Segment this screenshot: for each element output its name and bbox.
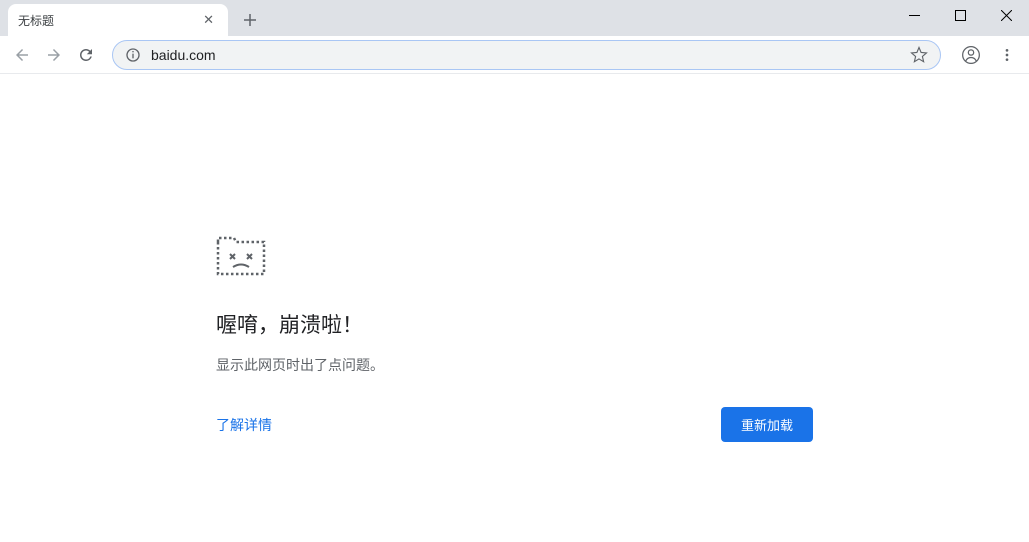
browser-tab[interactable]: 无标题 ✕ bbox=[8, 4, 228, 36]
tab-title: 无标题 bbox=[18, 12, 193, 29]
bookmark-star-icon[interactable] bbox=[910, 46, 928, 64]
minimize-button[interactable] bbox=[891, 0, 937, 30]
reload-button[interactable]: 重新加载 bbox=[721, 407, 813, 442]
close-tab-icon[interactable]: ✕ bbox=[199, 10, 218, 30]
close-window-button[interactable] bbox=[983, 0, 1029, 30]
new-tab-button[interactable] bbox=[236, 6, 264, 34]
toolbar bbox=[0, 36, 1029, 74]
menu-button[interactable] bbox=[993, 41, 1021, 69]
page-content: 喔唷，崩溃啦！ 显示此网页时出了点问题。 了解详情 重新加载 bbox=[0, 74, 1029, 442]
info-icon[interactable] bbox=[125, 47, 141, 63]
error-message: 显示此网页时出了点问题。 bbox=[216, 355, 813, 375]
address-bar[interactable] bbox=[112, 40, 941, 70]
profile-button[interactable] bbox=[957, 41, 985, 69]
url-input[interactable] bbox=[151, 47, 910, 63]
learn-more-link[interactable]: 了解详情 bbox=[216, 415, 272, 435]
reload-nav-button[interactable] bbox=[72, 41, 100, 69]
sad-folder-icon bbox=[216, 234, 813, 281]
forward-button[interactable] bbox=[40, 41, 68, 69]
error-actions: 了解详情 重新加载 bbox=[216, 407, 813, 442]
window-controls bbox=[891, 0, 1029, 30]
titlebar: 无标题 ✕ bbox=[0, 0, 1029, 36]
back-button[interactable] bbox=[8, 41, 36, 69]
maximize-button[interactable] bbox=[937, 0, 983, 30]
error-title: 喔唷，崩溃啦！ bbox=[216, 309, 813, 339]
